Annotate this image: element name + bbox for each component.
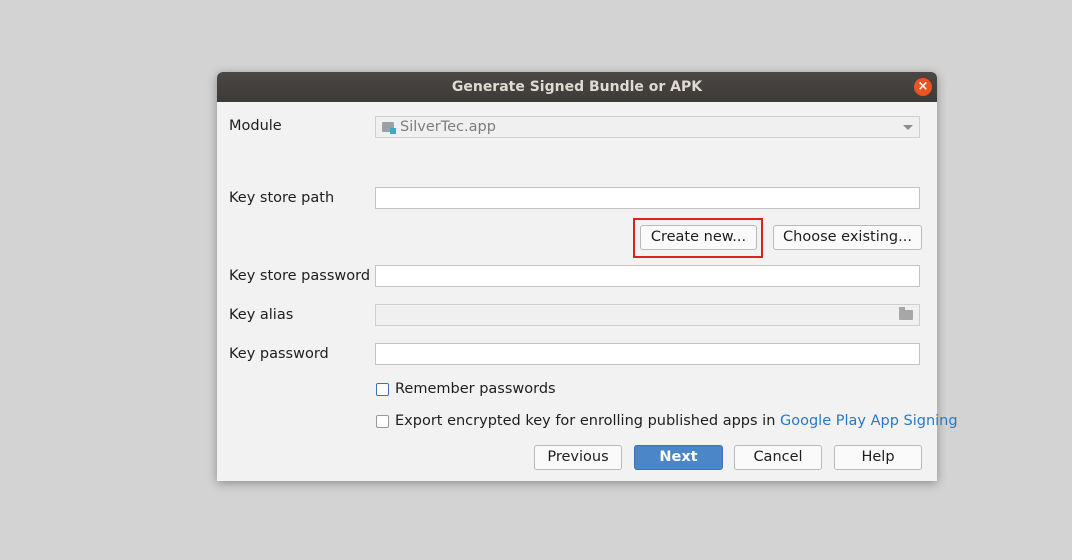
key-password-input[interactable] — [375, 343, 920, 365]
choose-existing-button[interactable]: Choose existing... — [773, 225, 922, 250]
dialog-titlebar: Generate Signed Bundle or APK × — [217, 72, 937, 102]
keystore-password-label: Key store password — [229, 268, 371, 284]
generate-signed-dialog: Generate Signed Bundle or APK × Module S… — [217, 72, 958, 481]
module-folder-icon — [382, 122, 396, 134]
keystore-path-input[interactable] — [375, 187, 920, 209]
key-password-label: Key password — [229, 346, 329, 362]
dialog-title: Generate Signed Bundle or APK — [451, 79, 703, 95]
previous-button[interactable]: Previous — [534, 445, 622, 470]
export-key-label: Export encrypted key for enrolling publi… — [395, 413, 958, 429]
remember-passwords-label: Remember passwords — [395, 381, 556, 397]
module-select[interactable]: SilverTec.app — [375, 116, 920, 138]
module-value: SilverTec.app — [400, 119, 496, 135]
close-icon[interactable]: × — [914, 78, 932, 96]
remember-passwords-checkbox[interactable] — [376, 383, 389, 396]
help-button[interactable]: Help — [834, 445, 922, 470]
export-key-text: Export encrypted key for enrolling publi… — [395, 413, 776, 429]
google-play-signing-link[interactable]: Google Play App Signing — [780, 413, 958, 429]
cancel-button[interactable]: Cancel — [734, 445, 822, 470]
key-alias-label: Key alias — [229, 307, 294, 323]
key-alias-input[interactable] — [375, 304, 920, 326]
keystore-path-label: Key store path — [229, 190, 335, 206]
create-new-button[interactable]: Create new... — [640, 225, 757, 250]
keystore-password-input[interactable] — [375, 265, 920, 287]
module-label: Module — [229, 118, 282, 134]
export-key-checkbox[interactable] — [376, 415, 389, 428]
chevron-down-icon — [903, 125, 913, 130]
folder-icon[interactable] — [899, 307, 913, 320]
next-button[interactable]: Next — [634, 445, 723, 470]
